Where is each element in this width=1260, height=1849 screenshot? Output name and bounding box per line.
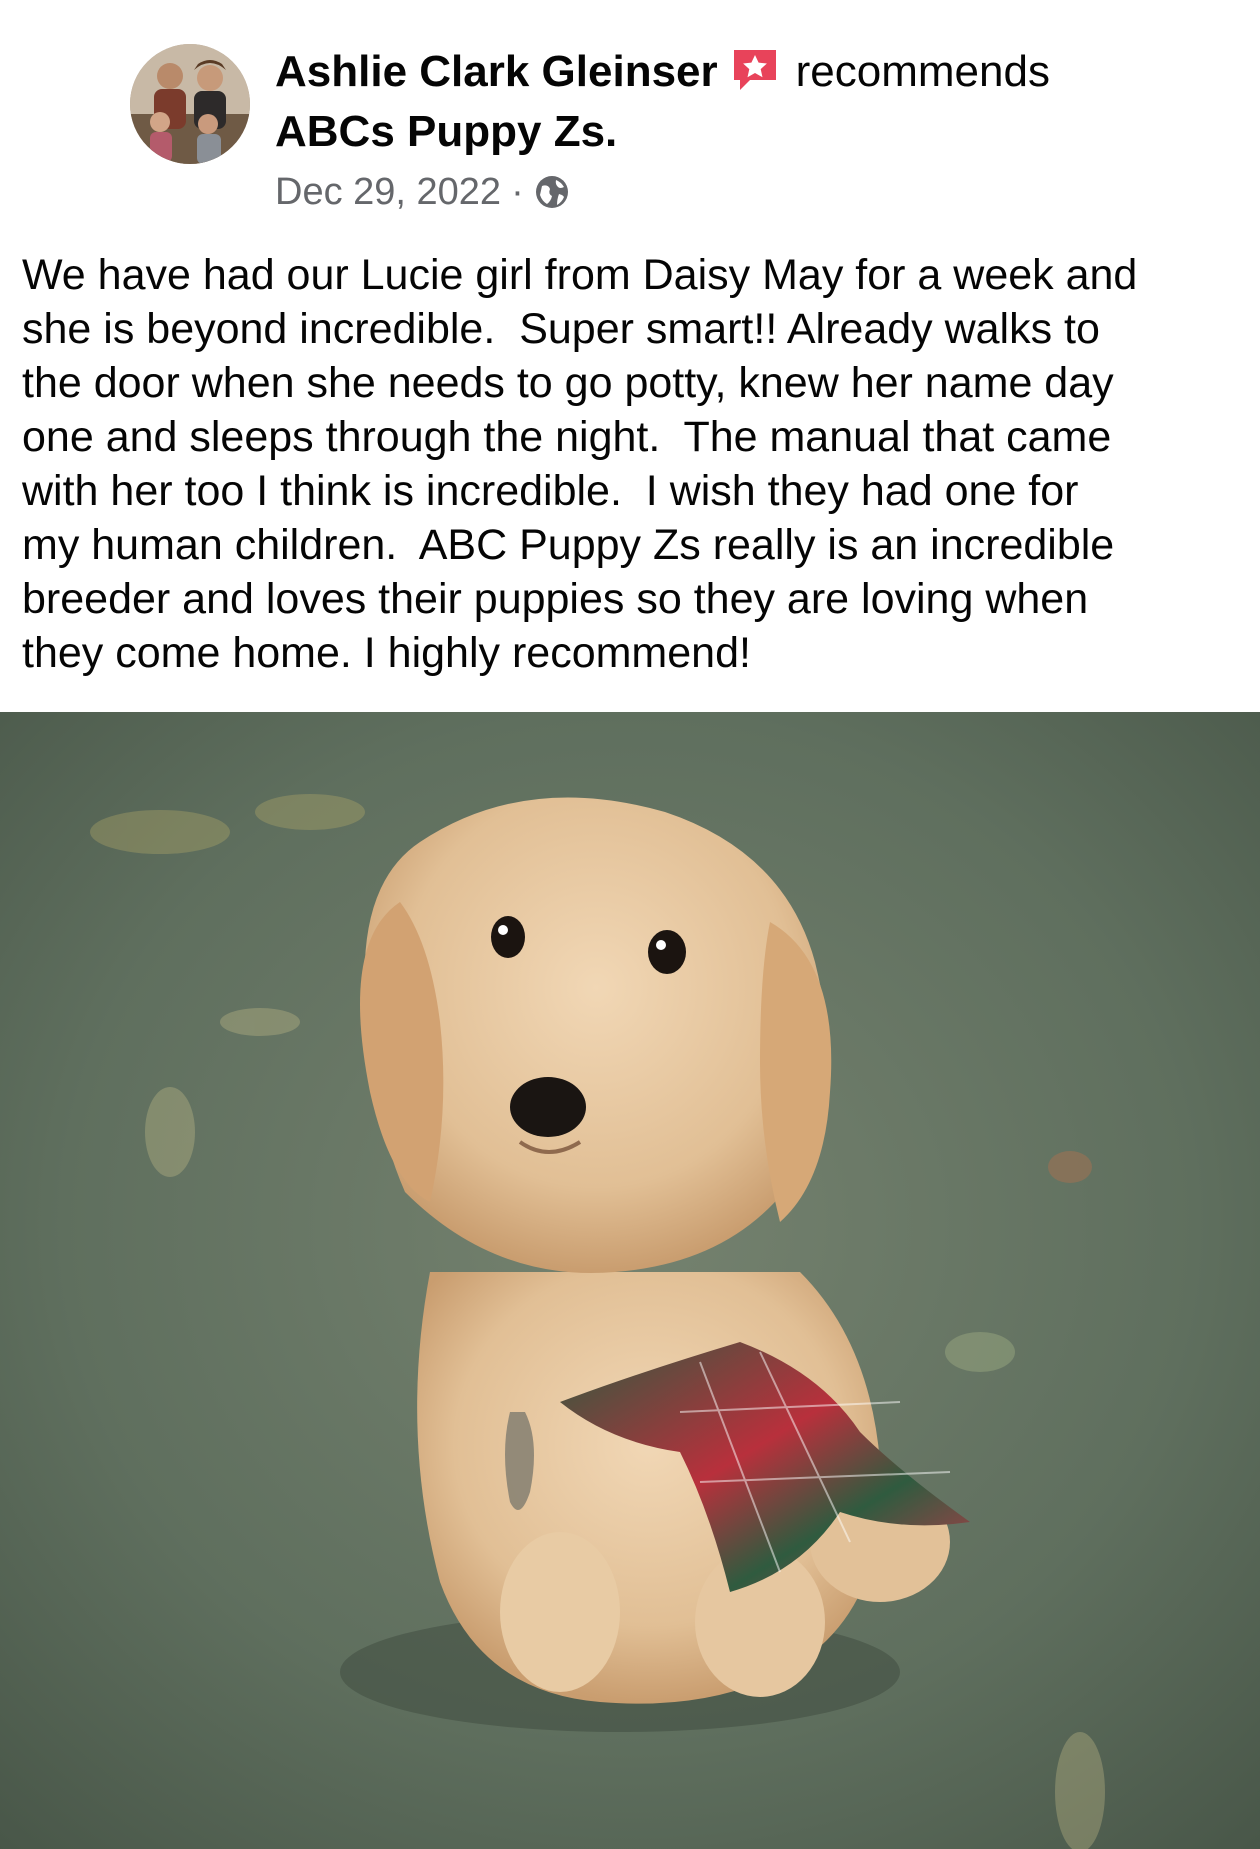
post-body-text: We have had our Lucie girl from Daisy Ma… — [22, 251, 1138, 677]
recommendation-post: Ashlie Clark Gleinser recommends ABCs Pup… — [0, 0, 1260, 1849]
recommends-label: recommends — [795, 47, 1050, 96]
post-header-line: Ashlie Clark Gleinser recommends — [275, 44, 1050, 100]
recommend-star-icon — [730, 44, 780, 94]
post-date[interactable]: Dec 29, 2022 — [275, 171, 501, 213]
post-meta: Dec 29, 2022 · — [275, 168, 570, 216]
post-header: Ashlie Clark Gleinser recommends ABCs Pup… — [0, 0, 1260, 225]
avatar[interactable] — [130, 44, 250, 164]
post-photo-puppy[interactable] — [0, 712, 1260, 1849]
globe-icon[interactable] — [534, 174, 570, 210]
page-name-link[interactable]: ABCs Puppy Zs. — [275, 104, 617, 160]
author-name[interactable]: Ashlie Clark Gleinser — [275, 47, 718, 96]
meta-separator: · — [511, 171, 524, 213]
